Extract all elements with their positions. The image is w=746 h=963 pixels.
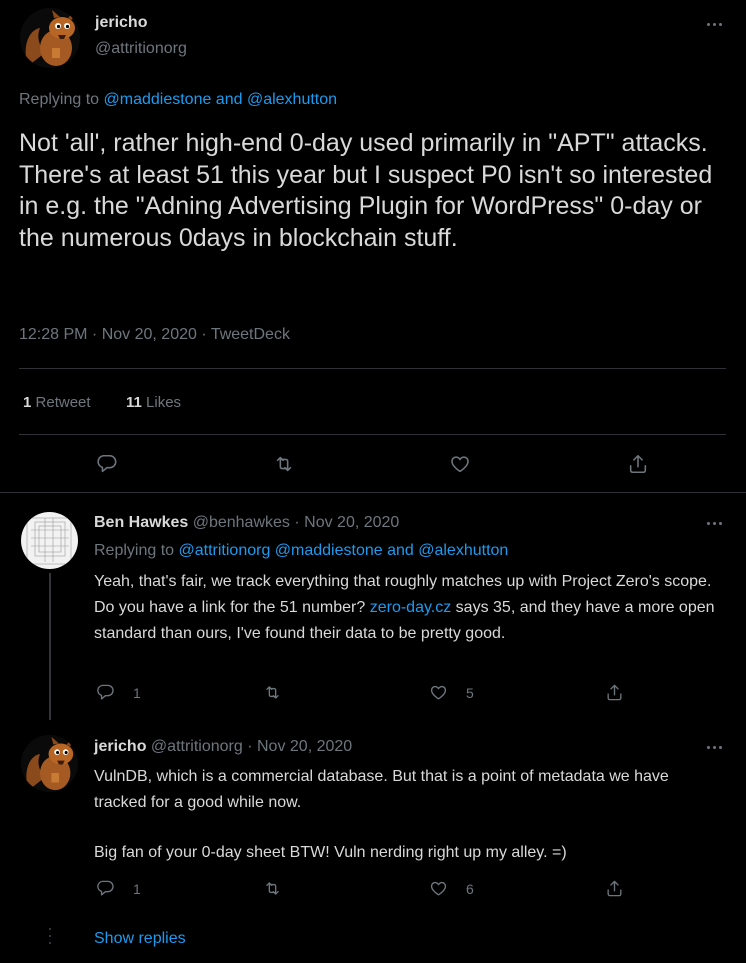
reply-author-name[interactable]: jericho — [94, 738, 146, 755]
reply-header: Ben Hawkes @benhawkes · Nov 20, 2020 — [94, 514, 399, 532]
retweet-stat[interactable]: 1 Retweet — [23, 394, 91, 411]
separator: · — [247, 738, 253, 755]
retweet-icon[interactable] — [273, 453, 295, 475]
separator: · — [294, 514, 300, 531]
retweet-icon[interactable] — [263, 683, 282, 702]
reply-action[interactable]: 1 — [96, 683, 141, 702]
reply-action[interactable]: 1 — [96, 879, 141, 898]
reply-count: 1 — [133, 684, 141, 701]
divider — [19, 434, 726, 435]
like-action[interactable]: 5 — [429, 683, 474, 702]
more-icon[interactable] — [707, 746, 722, 749]
retweet-icon[interactable] — [263, 879, 282, 898]
reply-date[interactable]: Nov 20, 2020 — [304, 514, 399, 531]
author-handle[interactable]: @attritionorg — [95, 40, 187, 58]
share-icon[interactable] — [627, 453, 649, 475]
like-count: 11 — [126, 394, 142, 411]
reply-text: Big fan of your 0-day sheet BTW! Vuln ne… — [94, 844, 567, 861]
replying-users-link[interactable]: @attritionorg @maddiestone and @alexhutt… — [179, 542, 509, 559]
zero-day-link[interactable]: zero-day.cz — [370, 599, 452, 616]
thread-line — [49, 573, 51, 720]
retweet-count: 1 — [23, 394, 32, 411]
tweet-meta[interactable]: 12:28 PM · Nov 20, 2020 · TweetDeck — [19, 326, 290, 344]
like-count: 5 — [466, 684, 474, 701]
reply-header: jericho @attritionorg · Nov 20, 2020 — [94, 738, 352, 756]
like-icon — [430, 881, 447, 896]
reply-author-name[interactable]: Ben Hawkes — [94, 514, 188, 531]
replying-to-line: Replying to @attritionorg @maddiestone a… — [94, 542, 508, 560]
retweet-label: Retweet — [35, 394, 91, 411]
reply-author-handle[interactable]: @attritionorg — [151, 738, 243, 755]
more-icon[interactable] — [707, 23, 722, 26]
divider — [19, 368, 726, 369]
reply-icon — [97, 880, 114, 896]
reply-count: 1 — [133, 880, 141, 897]
avatar-jericho[interactable] — [21, 735, 78, 792]
like-action[interactable]: 6 — [429, 879, 474, 898]
share-icon[interactable] — [605, 879, 624, 898]
like-label: Likes — [146, 394, 182, 411]
replying-users-link[interactable]: @maddiestone and @alexhutton — [104, 91, 338, 108]
avatar-jericho[interactable] — [20, 8, 80, 68]
avatar-benhawkes[interactable] — [21, 512, 78, 569]
replying-prefix: Replying to — [94, 542, 179, 559]
like-stat[interactable]: 11 Likes — [126, 394, 181, 411]
reply-date[interactable]: Nov 20, 2020 — [257, 738, 352, 755]
replying-to-line: Replying to @maddiestone and @alexhutton — [19, 91, 337, 109]
author-name[interactable]: jericho — [95, 14, 147, 32]
like-count: 6 — [466, 880, 474, 897]
reply-text: VulnDB, which is a commercial database. … — [94, 768, 669, 811]
share-icon[interactable] — [605, 683, 624, 702]
reply-icon — [97, 684, 114, 700]
reply-author-handle[interactable]: @benhawkes — [193, 514, 290, 531]
tweet-text: Not 'all', rather high-end 0-day used pr… — [19, 129, 713, 252]
reply-icon[interactable] — [96, 453, 118, 475]
like-icon[interactable] — [449, 453, 471, 475]
replying-prefix: Replying to — [19, 91, 104, 108]
section-divider — [0, 492, 746, 493]
more-icon[interactable] — [707, 522, 722, 525]
dotted-thread-indicator — [49, 928, 51, 944]
reply-text: Yeah, that's fair, we track everything t… — [94, 569, 724, 647]
show-replies-link[interactable]: Show replies — [94, 930, 186, 948]
like-icon — [430, 685, 447, 700]
